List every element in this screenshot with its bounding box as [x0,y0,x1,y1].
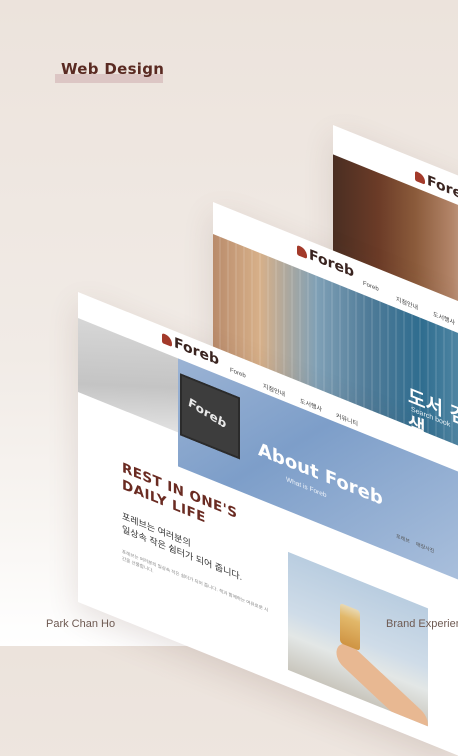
page-title: Web Design [61,60,165,78]
footer-author: Park Chan Ho [46,618,116,630]
middle-nav-item-1[interactable]: Foreb [363,281,379,293]
front-sign-text: Foreb [186,395,228,432]
footer-category: Brand Experien [386,618,458,630]
logo-mark-icon [415,170,425,185]
hand-shape [331,638,428,727]
front-nav-item-1[interactable]: Foreb [230,367,246,379]
section-heading: Web Design [55,60,165,83]
logo-mark-icon [297,244,307,259]
logo-mark-icon [162,332,172,347]
cup-shape [340,602,360,651]
front-drink-photo [288,551,428,727]
